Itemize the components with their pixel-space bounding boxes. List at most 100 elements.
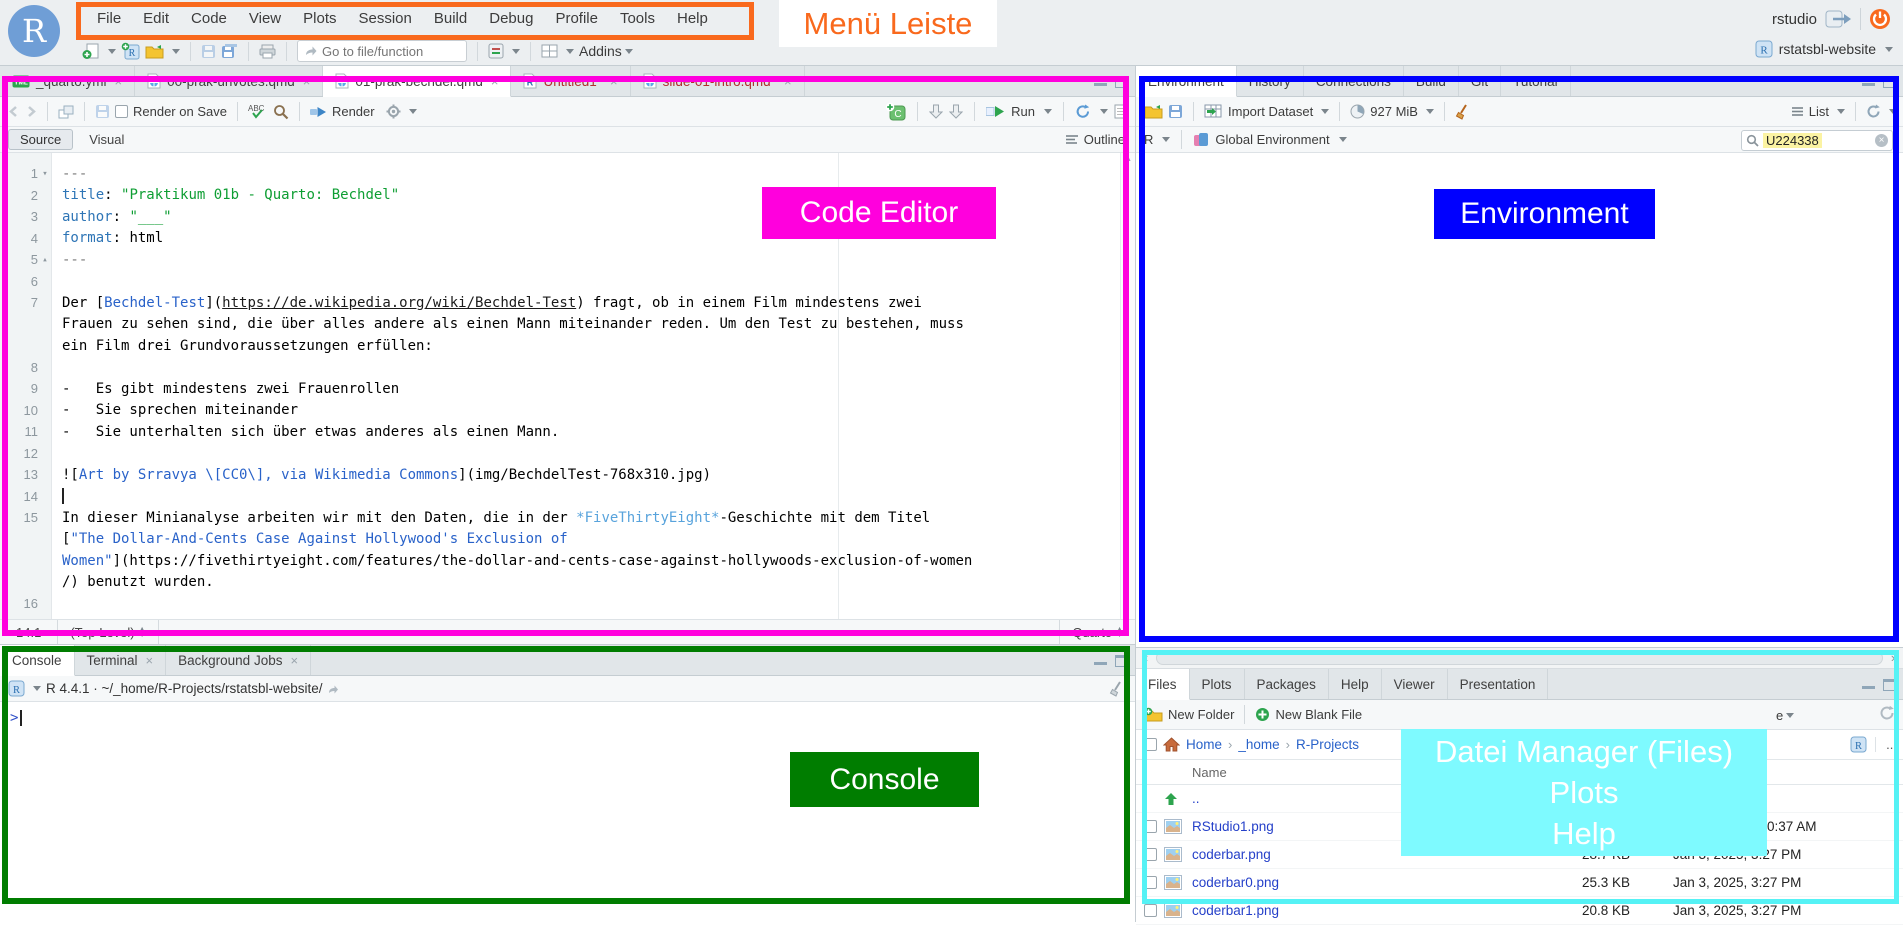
maximize-pane-icon[interactable] (1115, 655, 1127, 667)
scrollbar-thumb[interactable] (1156, 651, 1883, 665)
save-icon[interactable] (201, 44, 216, 59)
file-row-coderbar0-png[interactable]: coderbar0.png25.3 KBJan 3, 2025, 3:27 PM (1136, 869, 1903, 897)
r-version-caret[interactable] (33, 686, 41, 691)
r-language-selector[interactable]: R (1144, 132, 1153, 147)
import-dataset-label[interactable]: Import Dataset (1228, 104, 1313, 119)
menu-item-file[interactable]: File (86, 3, 132, 35)
open-directory-icon[interactable] (327, 683, 339, 695)
clear-console-broom-icon[interactable] (1109, 681, 1125, 697)
environment-search-box[interactable]: U224338 × (1741, 130, 1893, 151)
tab-source-mode[interactable]: Source (8, 129, 73, 150)
menu-item-help[interactable]: Help (666, 3, 719, 35)
global-environment-caret[interactable] (1339, 137, 1347, 142)
save-document-icon[interactable] (95, 104, 110, 119)
up-directory-icon[interactable] (1164, 792, 1178, 806)
run-next-chunks-icon[interactable] (949, 104, 963, 119)
refresh-environment-caret[interactable] (1889, 109, 1897, 114)
open-file-caret[interactable] (172, 49, 180, 54)
menu-item-tools[interactable]: Tools (609, 3, 666, 35)
run-caret[interactable] (1044, 109, 1052, 114)
tab-console[interactable]: Console (0, 645, 75, 676)
tab-visual-mode[interactable]: Visual (79, 130, 134, 149)
file-row-rstudio1-png[interactable]: RStudio1.png25, 10:37 AM (1136, 813, 1903, 841)
maximize-pane-icon[interactable] (1115, 76, 1127, 88)
tab-background-jobs[interactable]: Background Jobs× (166, 645, 311, 675)
close-tab-icon[interactable]: × (303, 74, 311, 89)
console-input-area[interactable]: > (0, 702, 1135, 726)
editor-tab-untitled1[interactable]: RUntitled1*× (511, 66, 630, 96)
spellcheck-icon[interactable]: ABC (248, 103, 268, 120)
forward-icon[interactable] (25, 105, 37, 118)
minimize-pane-icon[interactable] (1094, 656, 1107, 665)
rerun-icon[interactable] (1075, 104, 1091, 119)
minimize-pane-icon[interactable] (1862, 680, 1875, 689)
clear-environment-broom-icon[interactable] (1455, 104, 1471, 120)
save-all-icon[interactable] (221, 43, 238, 59)
file-name-link[interactable]: coderbar.png (1186, 847, 1520, 862)
print-icon[interactable] (259, 44, 276, 59)
load-workspace-icon[interactable] (1144, 104, 1163, 119)
workspace-panes-caret[interactable] (566, 49, 574, 54)
tab-tutorial[interactable]: Tutorial (1501, 66, 1571, 96)
insert-chunk-icon[interactable]: C (885, 102, 906, 121)
save-workspace-icon[interactable] (1168, 104, 1183, 119)
memory-usage-caret[interactable] (1426, 109, 1434, 114)
source-document-icon[interactable] (1114, 104, 1127, 119)
scope-selector[interactable]: (Top Level) ▲▼ (57, 620, 158, 645)
file-checkbox[interactable] (1144, 876, 1157, 889)
tab-connections[interactable]: Connections (1304, 66, 1404, 96)
up-directory-link[interactable]: .. (1186, 791, 1520, 806)
render-settings-gear-icon[interactable] (386, 104, 401, 119)
tab-terminal[interactable]: Terminal× (75, 645, 167, 675)
environment-search-value[interactable]: U224338 (1763, 133, 1822, 148)
goto-file-search[interactable] (297, 40, 467, 62)
code-editor-area[interactable]: ▲ 1▾---2title: "Praktikum 01b - Quarto: … (0, 153, 1135, 619)
menu-item-edit[interactable]: Edit (132, 3, 180, 35)
minimize-pane-icon[interactable] (1862, 77, 1875, 86)
rerun-caret[interactable] (1100, 109, 1108, 114)
run-icon[interactable] (986, 105, 1005, 118)
new-file-icon[interactable] (82, 42, 100, 60)
sign-out-icon[interactable] (1825, 9, 1852, 29)
breadcrumb-home[interactable]: Home (1186, 737, 1222, 752)
import-dataset-icon[interactable] (1204, 104, 1223, 119)
maximize-pane-icon[interactable] (1883, 76, 1895, 88)
close-tab-icon[interactable]: × (290, 653, 298, 668)
search-document-icon[interactable] (273, 104, 289, 120)
close-tab-icon[interactable]: × (491, 74, 499, 89)
tab-history[interactable]: History (1237, 66, 1304, 96)
partially-hidden-toolbar-button[interactable]: e (1776, 700, 1794, 730)
file-checkbox[interactable] (1144, 904, 1157, 917)
workspace-panes-icon[interactable] (541, 44, 558, 58)
tab-packages[interactable]: Packages (1245, 669, 1329, 699)
file-checkbox[interactable] (1144, 820, 1157, 833)
tab-presentation[interactable]: Presentation (1448, 669, 1549, 699)
menu-item-debug[interactable]: Debug (478, 3, 544, 35)
maximize-pane-icon[interactable] (1883, 679, 1895, 691)
open-file-icon[interactable] (145, 44, 164, 59)
new-blank-file-icon[interactable] (1255, 707, 1270, 722)
tab-files[interactable]: Files (1136, 669, 1190, 700)
goto-file-input[interactable] (322, 44, 452, 59)
refresh-files-icon[interactable] (1879, 705, 1895, 721)
column-name-header[interactable]: Name (1186, 765, 1520, 780)
back-icon[interactable] (8, 105, 20, 118)
editor-tab-01-prak-bechdel-qmd[interactable]: 01-prak-bechdel.qmd× (323, 66, 511, 97)
new-file-caret[interactable] (108, 49, 116, 54)
render-settings-caret[interactable] (409, 109, 417, 114)
clear-search-icon[interactable]: × (1875, 134, 1888, 147)
list-view-label[interactable]: List (1809, 104, 1829, 119)
minimize-pane-icon[interactable] (1094, 77, 1107, 86)
editor-tab-slide-01-intro-qmd[interactable]: slide-01-intro.qmd*× (631, 66, 805, 96)
document-format-selector[interactable]: Quarto ▲▼ (1059, 620, 1135, 645)
close-tab-icon[interactable]: × (784, 74, 792, 89)
file-name-link[interactable]: RStudio1.png (1186, 819, 1520, 834)
project-selector[interactable]: R rstatsbl-website (1755, 40, 1893, 58)
render-on-save-checkbox[interactable] (115, 105, 128, 118)
tab-build[interactable]: Build (1404, 66, 1459, 96)
list-view-caret[interactable] (1837, 109, 1845, 114)
close-tab-icon[interactable]: × (115, 74, 123, 89)
addins-button[interactable]: Addins (579, 43, 633, 59)
file-name-link[interactable]: coderbar0.png (1186, 875, 1520, 890)
close-tab-icon[interactable]: × (146, 653, 154, 668)
